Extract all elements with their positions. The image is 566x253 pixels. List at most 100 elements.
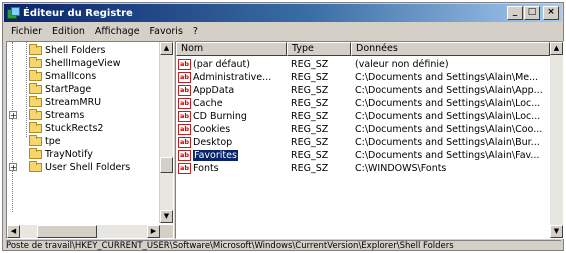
scroll-left-icon[interactable]: ◀ (7, 225, 20, 238)
minimize-button[interactable]: _ (507, 6, 523, 20)
value-data: C:\Documents and Settings\Alain\Coo... (355, 124, 543, 135)
table-row-selected[interactable]: ab Favorites REG_SZ C:\Documents and Sett… (176, 149, 550, 162)
menu-favoris[interactable]: Favoris (145, 26, 188, 37)
table-row[interactable]: ab AppData REG_SZ C:\Documents and Settin… (176, 84, 550, 97)
tree-item-label: TrayNotify (45, 149, 93, 160)
tree-item-label: StartPage (45, 84, 92, 95)
value-type: REG_SZ (291, 85, 329, 96)
expand-icon[interactable]: + (9, 163, 17, 172)
string-value-icon: ab (178, 124, 191, 135)
value-type: REG_SZ (291, 150, 329, 161)
title-bar[interactable]: Éditeur du Registre _ □ × (4, 4, 562, 22)
table-row[interactable]: ab CD Burning REG_SZ C:\Documents and Set… (176, 110, 550, 123)
folder-icon (29, 70, 42, 81)
value-name: Fonts (193, 163, 219, 174)
string-value-icon: ab (178, 85, 191, 96)
tree-item[interactable]: StartPage (29, 83, 91, 96)
folder-icon (29, 161, 42, 172)
value-name: AppData (193, 85, 235, 96)
menu-edition[interactable]: Edition (47, 26, 90, 37)
scroll-up-icon[interactable]: ▲ (160, 42, 173, 55)
scroll-right-icon[interactable]: ▶ (147, 225, 160, 238)
column-header-data[interactable]: Données (351, 42, 550, 56)
tree-item-label: StreamMRU (45, 97, 102, 108)
tree-item[interactable]: User Shell Folders (29, 161, 130, 174)
value-name: Desktop (193, 137, 233, 148)
value-name: Favorites (193, 150, 238, 161)
tree-item[interactable]: ShellImageView (29, 57, 120, 70)
string-value-icon: ab (178, 111, 191, 122)
table-row[interactable]: ab (par défaut) REG_SZ (valeur non défini… (176, 58, 550, 71)
value-data: C:\Documents and Settings\Alain\Me... (355, 72, 539, 83)
tree-item[interactable]: StreamMRU (29, 96, 101, 109)
scroll-up-icon[interactable]: ▲ (550, 42, 563, 55)
menu-bar: Fichier Edition Affichage Favoris ? (6, 24, 203, 38)
menu-fichier[interactable]: Fichier (6, 26, 47, 37)
string-value-icon: ab (178, 98, 191, 109)
list-header: Nom Type Données (176, 42, 550, 56)
value-name: Cache (193, 98, 223, 109)
value-list-pane[interactable]: Nom Type Données ab (par défaut) REG_SZ (… (175, 41, 564, 239)
key-tree-pane[interactable]: Shell Folders ShellImageView SmallIcons … (6, 41, 174, 239)
value-name: (par défaut) (193, 59, 250, 70)
string-value-icon: ab (178, 150, 191, 161)
expand-icon[interactable]: + (9, 111, 17, 120)
value-data: C:\Documents and Settings\Alain\App... (355, 85, 543, 96)
tree-item-label: SmallIcons (45, 71, 97, 82)
value-data: C:\WINDOWS\Fonts (355, 163, 447, 174)
tree-horizontal-scrollbar[interactable]: ◀ ▶ (7, 225, 160, 238)
menu-help[interactable]: ? (188, 26, 203, 37)
window-title: Éditeur du Registre (23, 7, 133, 19)
tree-item-label: Streams (45, 110, 85, 121)
table-row[interactable]: ab Cache REG_SZ C:\Documents and Settings… (176, 97, 550, 110)
value-type: REG_SZ (291, 137, 329, 148)
scroll-thumb[interactable] (160, 157, 173, 173)
scroll-down-icon[interactable]: ▼ (550, 225, 563, 238)
string-value-icon: ab (178, 59, 191, 70)
value-type: REG_SZ (291, 163, 329, 174)
list-vertical-scrollbar[interactable]: ▲ ▼ (550, 42, 563, 238)
value-type: REG_SZ (291, 124, 329, 135)
tree-item[interactable]: Streams (29, 109, 84, 122)
tree-item-label: ShellImageView (45, 58, 121, 69)
value-name: Cookies (193, 124, 231, 135)
folder-icon (29, 96, 42, 107)
tree-item-label: User Shell Folders (45, 162, 131, 173)
tree-item-label: StuckRects2 (45, 123, 104, 134)
table-row[interactable]: ab Fonts REG_SZ C:\WINDOWS\Fonts (176, 162, 550, 175)
tree-item[interactable]: StuckRects2 (29, 122, 103, 135)
value-data: C:\Documents and Settings\Alain\Bur... (355, 137, 540, 148)
value-data: C:\Documents and Settings\Alain\Fav... (355, 150, 540, 161)
value-type: REG_SZ (291, 111, 329, 122)
maximize-button[interactable]: □ (524, 6, 540, 20)
value-name: Administrative... (193, 72, 272, 83)
folder-icon (29, 122, 42, 133)
tree-item[interactable]: SmallIcons (29, 70, 96, 83)
value-data: C:\Documents and Settings\Alain\Loc... (355, 111, 541, 122)
tree-item[interactable]: TrayNotify (29, 148, 93, 161)
tree-item[interactable]: tpe (29, 135, 61, 148)
string-value-icon: ab (178, 163, 191, 174)
folder-icon (29, 135, 42, 146)
table-row[interactable]: ab Desktop REG_SZ C:\Documents and Settin… (176, 136, 550, 149)
value-type: REG_SZ (291, 59, 329, 70)
status-bar: Poste de travail\HKEY_CURRENT_USER\Softw… (6, 240, 561, 252)
column-header-type[interactable]: Type (287, 42, 351, 56)
menu-affichage[interactable]: Affichage (90, 26, 145, 37)
scroll-thumb[interactable] (37, 225, 97, 238)
value-type: REG_SZ (291, 98, 329, 109)
close-button[interactable]: × (543, 6, 559, 20)
table-row[interactable]: ab Administrative... REG_SZ C:\Documents … (176, 71, 550, 84)
column-header-name[interactable]: Nom (176, 42, 287, 56)
folder-icon (29, 148, 42, 159)
tree-item[interactable]: Shell Folders (29, 44, 106, 57)
folder-icon (29, 109, 42, 120)
scroll-down-icon[interactable]: ▼ (160, 210, 173, 223)
tree-item-label: tpe (45, 136, 61, 147)
value-type: REG_SZ (291, 72, 329, 83)
value-data: (valeur non définie) (355, 59, 449, 70)
registry-editor-window: Éditeur du Registre _ □ × Fichier Editio… (2, 2, 564, 251)
tree-vertical-scrollbar[interactable]: ▲ ▼ (159, 42, 173, 223)
table-row[interactable]: ab Cookies REG_SZ C:\Documents and Settin… (176, 123, 550, 136)
value-name: CD Burning (193, 111, 247, 122)
